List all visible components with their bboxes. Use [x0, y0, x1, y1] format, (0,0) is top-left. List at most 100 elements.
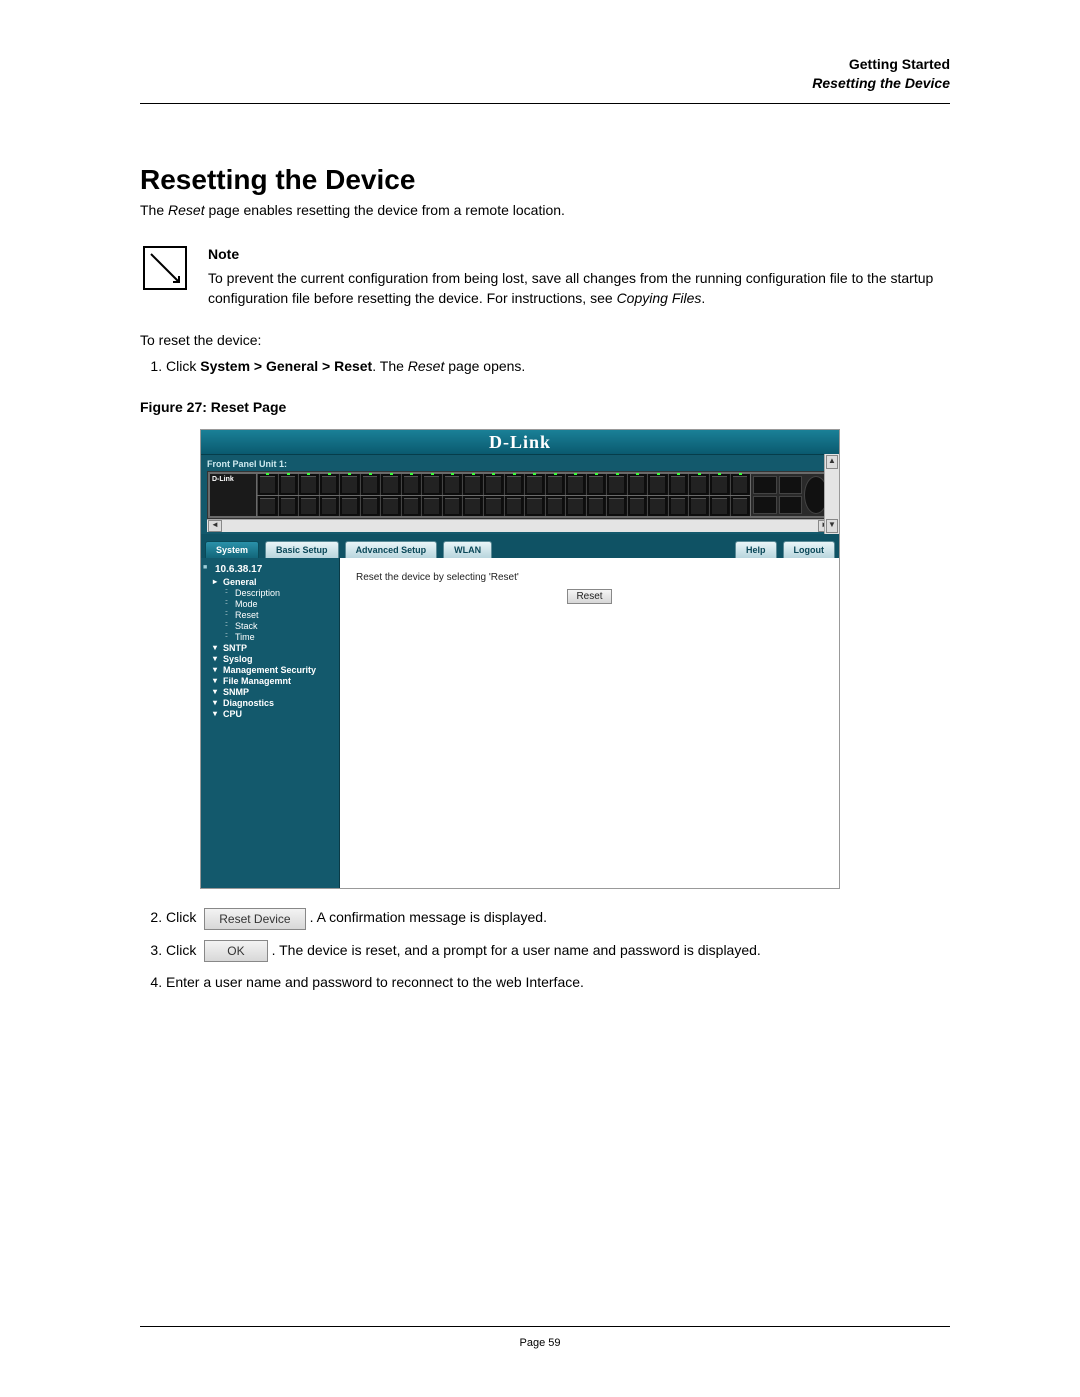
- footer-rule: [140, 1326, 950, 1327]
- scroll-down-icon[interactable]: ▼: [826, 519, 838, 533]
- tab-bar: System Basic Setup Advanced Setup WLAN H…: [201, 534, 839, 558]
- tree-item-general[interactable]: General: [205, 577, 335, 587]
- tree-item-sntp[interactable]: SNTP: [205, 643, 335, 653]
- header-section: Resetting the Device: [140, 74, 950, 93]
- ethernet-port: [688, 474, 709, 495]
- ethernet-port: [586, 496, 607, 517]
- ethernet-port: [504, 496, 525, 517]
- ethernet-port: [545, 474, 566, 495]
- content-pane: Reset the device by selecting 'Reset' Re…: [340, 558, 839, 888]
- tree-item-diagnostics[interactable]: Diagnostics: [205, 698, 335, 708]
- tree-item-file-management[interactable]: File Managemnt: [205, 676, 335, 686]
- ethernet-port: [278, 474, 299, 495]
- note-text: To prevent the current configuration fro…: [208, 268, 950, 309]
- ethernet-port: [545, 496, 566, 517]
- tab-help[interactable]: Help: [735, 541, 777, 558]
- ethernet-port: [709, 474, 730, 495]
- tree-item-snmp[interactable]: SNMP: [205, 687, 335, 697]
- ethernet-port: [730, 474, 751, 495]
- ethernet-port: [257, 474, 278, 495]
- ethernet-port: [627, 474, 648, 495]
- ports-frame: D-Link: [207, 471, 833, 519]
- vertical-scrollbar[interactable]: ▲ ▼: [824, 454, 839, 534]
- device-label-pad: D-Link: [210, 474, 256, 516]
- content-instruction: Reset the device by selecting 'Reset': [356, 572, 823, 583]
- ethernet-port: [565, 496, 586, 517]
- ethernet-port: [278, 496, 299, 517]
- ethernet-port: [339, 474, 360, 495]
- step-1: Click System > General > Reset. The Rese…: [166, 356, 950, 377]
- ethernet-port: [668, 474, 689, 495]
- ok-button[interactable]: OK: [204, 940, 267, 962]
- tree-root-ip[interactable]: 10.6.38.17: [205, 564, 335, 575]
- ethernet-port: [339, 496, 360, 517]
- tree-item-time[interactable]: Time: [205, 632, 335, 642]
- ethernet-port: [483, 496, 504, 517]
- ethernet-ports: [257, 474, 750, 516]
- aux-ports: [751, 474, 830, 516]
- front-panel-title: Front Panel Unit 1:: [207, 459, 833, 469]
- tab-advanced-setup[interactable]: Advanced Setup: [345, 541, 438, 558]
- note-icon: [143, 246, 187, 290]
- ethernet-port: [709, 496, 730, 517]
- scroll-left-icon[interactable]: ◄: [208, 520, 222, 532]
- ethernet-port: [688, 496, 709, 517]
- tree-item-stack[interactable]: Stack: [205, 621, 335, 631]
- tab-basic-setup[interactable]: Basic Setup: [265, 541, 339, 558]
- ethernet-port: [401, 496, 422, 517]
- tree-item-management-security[interactable]: Management Security: [205, 665, 335, 675]
- step-4: Enter a user name and password to reconn…: [166, 972, 950, 993]
- ethernet-port: [462, 474, 483, 495]
- ethernet-port: [298, 496, 319, 517]
- ethernet-port: [360, 496, 381, 517]
- step-list: Click System > General > Reset. The Rese…: [140, 356, 950, 377]
- ethernet-port: [442, 474, 463, 495]
- tree-item-mode[interactable]: Mode: [205, 599, 335, 609]
- tree-item-cpu[interactable]: CPU: [205, 709, 335, 719]
- note-title: Note: [208, 246, 950, 262]
- ethernet-port: [360, 474, 381, 495]
- ethernet-port: [647, 474, 668, 495]
- front-panel: Front Panel Unit 1: D-Link: [201, 455, 839, 534]
- page-number: Page 59: [0, 1337, 1080, 1349]
- step-list-cont: Click Reset Device. A confirmation messa…: [140, 907, 950, 993]
- header-rule: [140, 103, 950, 104]
- ethernet-port: [606, 474, 627, 495]
- ethernet-port: [298, 474, 319, 495]
- ethernet-port: [257, 496, 278, 517]
- brand-header: D-Link: [201, 430, 839, 455]
- ethernet-port: [462, 496, 483, 517]
- ethernet-port: [380, 474, 401, 495]
- ethernet-port: [421, 474, 442, 495]
- step-2: Click Reset Device. A confirmation messa…: [166, 907, 950, 929]
- reset-device-button[interactable]: Reset Device: [204, 908, 305, 930]
- scroll-up-icon[interactable]: ▲: [826, 455, 838, 469]
- ethernet-port: [647, 496, 668, 517]
- figure-label: Figure 27: Reset Page: [140, 399, 950, 415]
- intro-text: The Reset page enables resetting the dev…: [140, 202, 950, 218]
- ethernet-port: [401, 474, 422, 495]
- ethernet-port: [319, 474, 340, 495]
- tree-item-description[interactable]: Description: [205, 588, 335, 598]
- reset-button[interactable]: Reset: [567, 589, 611, 604]
- ethernet-port: [442, 496, 463, 517]
- tab-wlan[interactable]: WLAN: [443, 541, 492, 558]
- note-block: Note To prevent the current configuratio…: [140, 246, 950, 309]
- page-title: Resetting the Device: [140, 164, 950, 196]
- ethernet-port: [627, 496, 648, 517]
- tab-system[interactable]: System: [205, 541, 259, 558]
- ethernet-port: [524, 474, 545, 495]
- tab-logout[interactable]: Logout: [783, 541, 836, 558]
- tree-item-reset[interactable]: Reset: [205, 610, 335, 620]
- tree-item-syslog[interactable]: Syslog: [205, 654, 335, 664]
- ethernet-port: [730, 496, 751, 517]
- ethernet-port: [606, 496, 627, 517]
- horizontal-scrollbar[interactable]: ◄ ►: [207, 519, 833, 532]
- page-header: Getting Started Resetting the Device: [140, 55, 950, 93]
- header-chapter: Getting Started: [140, 55, 950, 74]
- ethernet-port: [421, 496, 442, 517]
- ethernet-port: [524, 496, 545, 517]
- ethernet-port: [380, 496, 401, 517]
- ethernet-port: [586, 474, 607, 495]
- step-3: Click OK. The device is reset, and a pro…: [166, 940, 950, 962]
